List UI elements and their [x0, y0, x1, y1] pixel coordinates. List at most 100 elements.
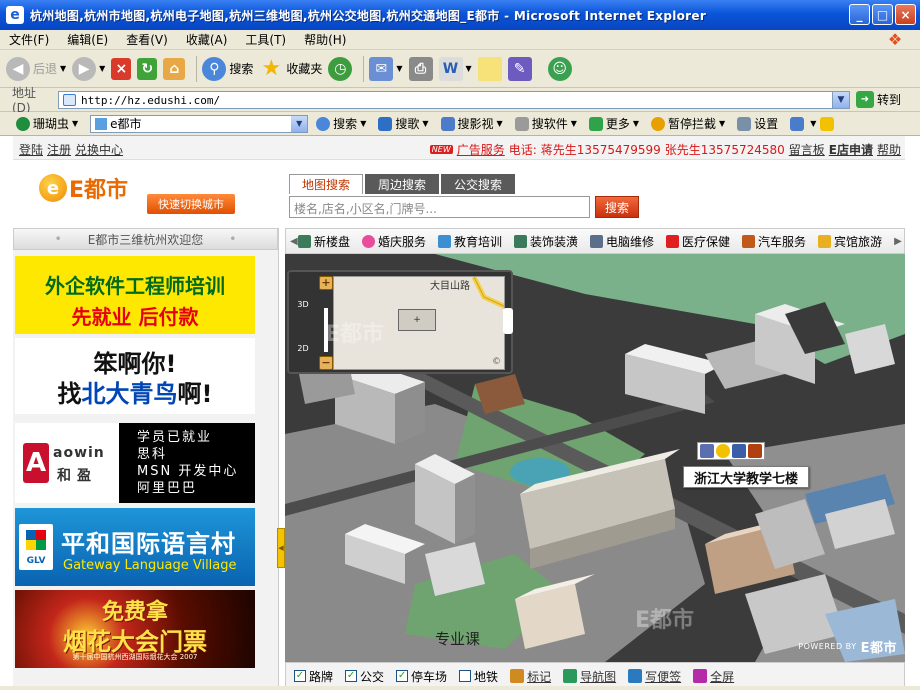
menu-view[interactable]: 查看(V) — [117, 31, 177, 48]
help-link[interactable]: 帮助 — [877, 141, 901, 158]
research-button[interactable]: ✎ — [507, 56, 532, 81]
messenger-button[interactable]: ☺ — [547, 56, 572, 81]
menu-file[interactable]: 文件(F) — [0, 31, 58, 48]
powered-by: POWERED BY E都市 — [798, 637, 897, 656]
refresh-button[interactable]: ↻ — [137, 57, 158, 80]
combo-dropdown-icon[interactable]: ▼ — [291, 115, 308, 132]
tab-nearby-search[interactable]: 周边搜索 — [365, 174, 439, 194]
collapse-sidebar-button[interactable]: ◀ — [277, 528, 285, 568]
checkbox-subway[interactable] — [459, 670, 472, 682]
checkbox-bus[interactable]: ✓ — [345, 670, 358, 682]
overview-toggle-button[interactable] — [503, 308, 513, 334]
category-car-service[interactable]: 汽车服务 — [742, 233, 806, 250]
login-link[interactable]: 登陆 — [19, 141, 43, 158]
tab-bus-search[interactable]: 公交搜索 — [441, 174, 515, 194]
option-subway[interactable]: 地铁 — [459, 668, 498, 685]
ad-aowin[interactable]: A aowin 和盈 学员已就业 思科 MSN 开发中心 阿里巴巴 — [15, 423, 255, 503]
print-button[interactable]: ⎙ — [408, 56, 433, 81]
ad-beida-jadebird[interactable]: 笨啊你! 找北大青鸟啊! — [15, 338, 255, 414]
menu-tools[interactable]: 工具(T) — [236, 31, 295, 48]
home-button[interactable]: ⌂ — [163, 57, 186, 80]
option-parking[interactable]: ✓ 停车场 — [396, 668, 447, 685]
menu-edit[interactable]: 编辑(E) — [58, 31, 117, 48]
ad-language-village[interactable]: GLV 平和国际语言村 Gateway Language Village — [15, 508, 255, 586]
edit-button[interactable]: W ▼ — [438, 56, 472, 81]
option-bus[interactable]: ✓ 公交 — [345, 668, 384, 685]
store-apply-link[interactable]: E店申请 — [829, 141, 873, 158]
linkbar-mail[interactable]: ▼ — [790, 116, 816, 131]
zoom-out-button[interactable]: − — [319, 356, 333, 370]
site-logo[interactable]: e E都市 — [39, 172, 128, 204]
back-dropdown-icon[interactable]: ▼ — [60, 64, 66, 73]
map-search-button[interactable]: 搜索 — [595, 196, 639, 218]
category-computer-repair[interactable]: 电脑维修 — [590, 233, 654, 250]
linkbar-extra[interactable] — [820, 116, 837, 131]
person-icon[interactable] — [748, 444, 762, 458]
search-engine-value: e都市 — [110, 117, 142, 131]
category-medical[interactable]: 医疗保健 — [666, 233, 730, 250]
save-icon[interactable] — [732, 444, 746, 458]
linkbar-search[interactable]: 搜索 ▼ — [316, 115, 366, 132]
go-button[interactable]: ➜ 转到 — [856, 91, 901, 108]
tab-map-search[interactable]: 地图搜索 — [289, 174, 363, 194]
category-new-property[interactable]: 新楼盘 — [297, 233, 350, 250]
coralbug-dropdown-icon[interactable]: ▼ — [72, 119, 78, 128]
zoom-in-button[interactable]: + — [319, 276, 333, 290]
overview-map[interactable]: 3D 2D + − 大目山路 + © — [287, 270, 513, 374]
stop-button[interactable]: × — [111, 57, 132, 80]
category-education[interactable]: 教育培训 — [437, 233, 502, 250]
forward-dropdown-icon[interactable]: ▼ — [99, 64, 105, 73]
address-dropdown-icon[interactable]: ▼ — [832, 91, 850, 109]
checkbox-street-signs[interactable]: ✓ — [294, 670, 306, 682]
menu-favorites[interactable]: 收藏(A) — [177, 31, 237, 48]
checkbox-parking[interactable]: ✓ — [396, 670, 409, 682]
exchange-center-link[interactable]: 兑换中心 — [75, 141, 123, 158]
edit-dropdown-icon[interactable]: ▼ — [466, 64, 472, 73]
mail-dropdown-icon[interactable]: ▼ — [396, 64, 402, 73]
register-link[interactable]: 注册 — [47, 141, 71, 158]
category-hotel-travel[interactable]: 宾馆旅游 — [818, 233, 882, 250]
linkbar-video[interactable]: 搜影视 ▼ — [440, 115, 503, 132]
maximize-button[interactable]: □ — [872, 4, 893, 25]
linkbar-software[interactable]: 搜软件 ▼ — [514, 115, 577, 132]
search-button[interactable]: ⚲ 搜索 — [202, 56, 253, 81]
tool-nav-map[interactable]: 导航图 — [563, 668, 616, 685]
map-canvas[interactable]: 3D 2D + − 大目山路 + © E都市 E都市 专业课 浙江大学教学七楼 … — [285, 254, 905, 662]
smile-icon[interactable] — [716, 444, 730, 458]
linkbar-songs[interactable]: 搜歌 ▼ — [378, 115, 429, 132]
message-board-link[interactable]: 留言板 — [789, 141, 825, 158]
tool-write-note[interactable]: 写便签 — [628, 668, 681, 685]
building-tooltip[interactable]: 浙江大学教学七楼 — [683, 466, 809, 488]
mode-2d-button[interactable]: 2D — [295, 344, 311, 353]
option-street-signs[interactable]: ✓ 路牌 — [294, 668, 333, 685]
minimize-button[interactable]: _ — [849, 4, 870, 25]
photo-icon[interactable] — [700, 444, 714, 458]
overview-viewbox[interactable]: + — [398, 309, 436, 331]
switch-city-button[interactable]: 快速切换城市 — [147, 194, 235, 214]
history-button[interactable]: ◷ — [328, 56, 353, 81]
scroll-left-icon[interactable]: ◀ — [290, 236, 298, 247]
discuss-button[interactable] — [477, 56, 502, 81]
tool-fullscreen[interactable]: 全屏 — [693, 668, 734, 685]
linkbar-popup-block[interactable]: 暂停拦截 ▼ — [651, 115, 725, 132]
mode-3d-button[interactable]: 3D — [295, 300, 311, 309]
search-engine-combo[interactable]: e都市 ▼ — [90, 114, 309, 133]
linkbar-settings[interactable]: 设置 — [737, 115, 778, 132]
mail-button[interactable]: ✉ ▼ — [369, 56, 403, 81]
favorites-button[interactable]: ★ 收藏夹 — [259, 56, 322, 81]
back-button[interactable]: ◀ 后退 ▼ — [6, 56, 66, 81]
linkbar-more[interactable]: 更多 ▼ — [588, 115, 639, 132]
map-search-input[interactable]: 楼名,店名,小区名,门牌号... — [289, 196, 590, 218]
menu-help[interactable]: 帮助(H) — [295, 31, 355, 48]
close-button[interactable]: × — [895, 4, 916, 25]
category-decoration[interactable]: 装饰装潢 — [513, 233, 578, 250]
scroll-right-icon[interactable]: ▶ — [894, 236, 902, 247]
address-input[interactable]: http://hz.edushi.com/ — [58, 91, 850, 109]
category-wedding[interactable]: 婚庆服务 — [361, 233, 426, 250]
ad-fireworks[interactable]: 免费拿 烟花大会门票 第十届中国杭州西湖国际烟花大会 2007 — [15, 590, 255, 668]
ad-service-link[interactable]: 广告服务 — [457, 143, 505, 157]
coralbug-brand[interactable]: 珊瑚虫 ▼ — [16, 115, 78, 132]
ad-software-training[interactable]: 外企软件工程师培训 先就业 后付款 — [15, 256, 255, 334]
forward-button[interactable]: ▶ ▼ — [72, 56, 105, 81]
tool-mark[interactable]: 标记 — [510, 668, 551, 685]
